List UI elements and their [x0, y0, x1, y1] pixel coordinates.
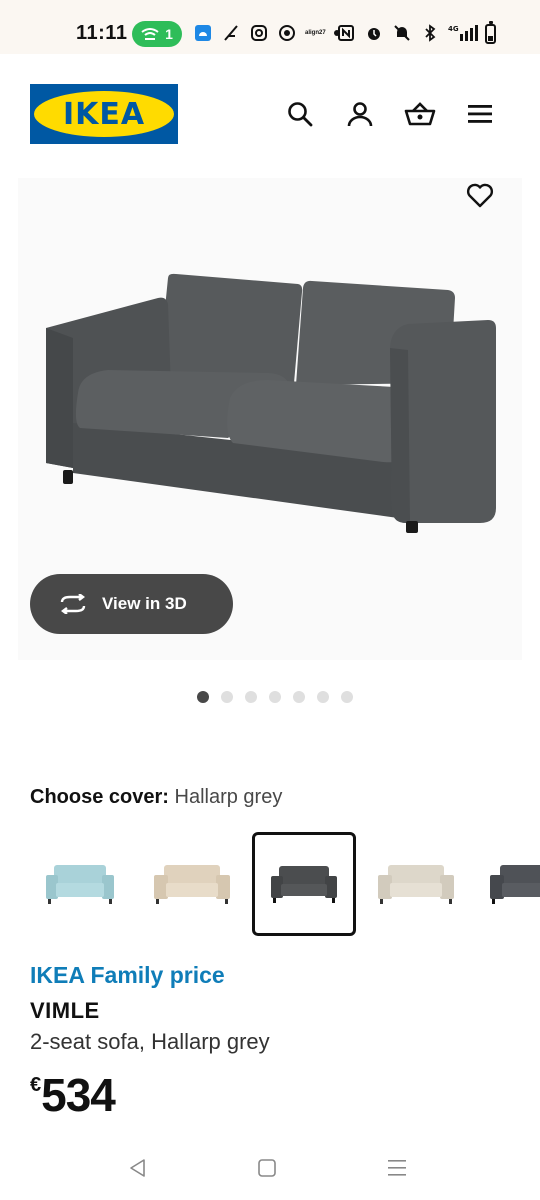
- home-icon: [258, 1159, 276, 1177]
- alarm-icon: [364, 23, 384, 43]
- search-icon: [288, 102, 313, 127]
- cover-selected-value: Hallarp grey: [174, 786, 283, 808]
- swatch-dark-grey[interactable]: [476, 832, 540, 936]
- product-price: € 534: [30, 1068, 116, 1122]
- status-time: 11:11: [76, 22, 128, 44]
- menu-icon: [468, 105, 492, 123]
- recents-icon: [388, 1160, 406, 1176]
- svg-text:4G: 4G: [448, 25, 459, 33]
- cover-label-title: Choose cover:: [30, 786, 169, 808]
- rotate-3d-icon: [60, 594, 86, 614]
- system-icons: 4G: [336, 23, 500, 43]
- view-3d-label: View in 3D: [102, 594, 187, 613]
- pagination-dot[interactable]: [269, 691, 281, 703]
- cover-selector-label: Choose cover: Hallarp grey: [30, 786, 282, 809]
- price-value: 534: [41, 1069, 116, 1121]
- product-image-gallery[interactable]: View in 3D: [18, 178, 522, 660]
- mute-icon: [392, 23, 412, 43]
- cover-swatches: [28, 832, 540, 938]
- account-icon: [347, 102, 373, 127]
- nfc-icon: [336, 23, 356, 43]
- feather-icon: [221, 23, 241, 43]
- back-icon: [130, 1159, 145, 1177]
- notification-icons: align27: [193, 23, 340, 43]
- gallery-pagination: [0, 691, 540, 703]
- site-header: IKEA: [0, 54, 540, 174]
- ikea-logo[interactable]: IKEA: [30, 84, 178, 144]
- search-button[interactable]: [283, 97, 317, 131]
- swatch-light-blue[interactable]: [28, 832, 132, 936]
- android-icon: [193, 23, 213, 43]
- wifi-icon: [141, 28, 159, 40]
- product-description: 2-seat sofa, Hallarp grey: [30, 1029, 270, 1054]
- battery-indicator: [485, 21, 496, 44]
- account-button[interactable]: [343, 97, 377, 131]
- sofa-thumbnail: [271, 866, 337, 903]
- recents-button[interactable]: [383, 1154, 411, 1182]
- swatch-beige[interactable]: [140, 832, 244, 936]
- instagram-icon: [249, 23, 269, 43]
- sofa-thumbnail: [46, 865, 114, 904]
- align-app-label: align27: [305, 30, 326, 36]
- swatch-hallarp-grey[interactable]: [252, 832, 356, 936]
- product-name: VIMLE: [30, 998, 100, 1023]
- pagination-dot[interactable]: [293, 691, 305, 703]
- wifi-count: 1: [165, 26, 173, 42]
- pagination-dot[interactable]: [341, 691, 353, 703]
- settings-app-icon: [277, 23, 297, 43]
- sofa-image: [46, 273, 496, 533]
- family-price-label[interactable]: IKEA Family price: [30, 962, 225, 989]
- bluetooth-icon: [420, 23, 440, 43]
- home-button[interactable]: [253, 1154, 281, 1182]
- pagination-dot[interactable]: [197, 691, 209, 703]
- back-button[interactable]: [124, 1154, 152, 1182]
- favourite-button[interactable]: [460, 178, 500, 212]
- signal-icon: 4G: [448, 23, 478, 43]
- swatch-off-white[interactable]: [364, 832, 468, 936]
- sofa-thumbnail: [154, 865, 230, 904]
- basket-button[interactable]: [403, 97, 437, 131]
- pagination-dot[interactable]: [245, 691, 257, 703]
- system-navigation-bar: [0, 1136, 540, 1200]
- price-currency: €: [30, 1074, 42, 1096]
- heart-icon: [466, 183, 494, 208]
- sofa-thumbnail: [490, 865, 540, 904]
- view-3d-button[interactable]: View in 3D: [30, 574, 233, 634]
- pagination-dot[interactable]: [317, 691, 329, 703]
- logo-oval: IKEA: [34, 91, 174, 137]
- basket-icon: [404, 102, 436, 126]
- status-bar: 11:11 1 align27 4G: [0, 0, 540, 54]
- wifi-status-pill: 1: [132, 21, 182, 47]
- menu-button[interactable]: [463, 97, 497, 131]
- sofa-thumbnail: [378, 865, 454, 904]
- logo-text: IKEA: [62, 96, 146, 132]
- pagination-dot[interactable]: [221, 691, 233, 703]
